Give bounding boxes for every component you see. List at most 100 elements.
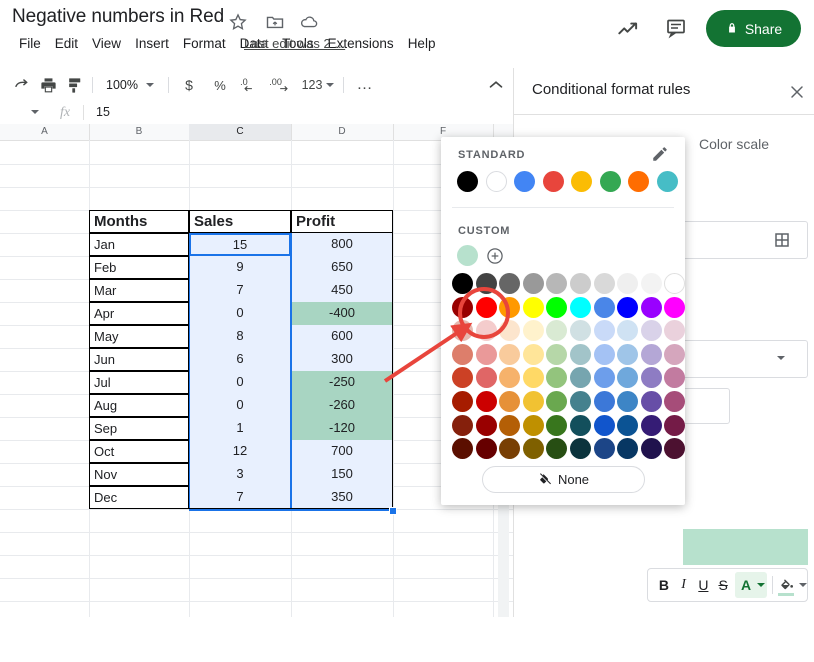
edit-pencil-icon[interactable] — [651, 145, 669, 163]
table-cell-month[interactable]: May — [89, 325, 189, 348]
table-cell-profit[interactable]: 700 — [291, 440, 393, 463]
color-swatch-r5-c0[interactable] — [452, 390, 473, 412]
cloud-saved-icon[interactable] — [299, 12, 319, 32]
color-swatch-r1-c9[interactable] — [664, 296, 686, 318]
star-icon[interactable] — [228, 12, 248, 32]
table-cell-profit[interactable]: 300 — [291, 348, 393, 371]
comment-icon[interactable] — [664, 16, 690, 42]
table-cell-profit[interactable]: 800 — [291, 233, 393, 256]
table-cell-sales[interactable]: 0 — [189, 302, 291, 325]
increase-decimal-button[interactable]: .00 — [268, 73, 296, 97]
color-swatch-r3-c9[interactable] — [664, 343, 686, 365]
color-swatch-r1-c6[interactable] — [593, 296, 615, 318]
color-swatch-r4-c4[interactable] — [546, 367, 568, 389]
table-cell-sales[interactable]: 12 — [189, 440, 291, 463]
color-swatch-r6-c4[interactable] — [546, 414, 568, 436]
color-swatch-r6-c6[interactable] — [593, 414, 615, 436]
table-cell-month[interactable]: Oct — [89, 440, 189, 463]
color-swatch-r4-c7[interactable] — [617, 367, 639, 389]
standard-swatch-4[interactable] — [571, 171, 592, 192]
strikethrough-button[interactable]: S — [713, 572, 733, 598]
color-swatch-r3-c1[interactable] — [475, 343, 497, 365]
color-swatch-r0-c8[interactable] — [640, 273, 662, 294]
color-swatch-r1-c7[interactable] — [617, 296, 639, 318]
table-cell-sales[interactable]: 0 — [189, 394, 291, 417]
share-button[interactable]: Share — [706, 10, 801, 47]
color-swatch-r4-c6[interactable] — [593, 367, 615, 389]
color-swatch-r6-c3[interactable] — [522, 414, 544, 436]
color-swatch-r2-c3[interactable] — [522, 320, 544, 342]
add-custom-color-icon[interactable] — [485, 246, 505, 266]
color-swatch-r7-c0[interactable] — [452, 438, 473, 460]
print-icon[interactable] — [35, 73, 61, 97]
underline-button[interactable]: U — [694, 572, 714, 598]
color-swatch-r1-c8[interactable] — [640, 296, 662, 318]
table-cell-month[interactable]: Dec — [89, 486, 189, 509]
color-swatch-r5-c7[interactable] — [617, 390, 639, 412]
color-swatch-r3-c0[interactable] — [452, 343, 473, 365]
table-cell-sales[interactable]: 1 — [189, 417, 291, 440]
bold-button[interactable]: B — [654, 572, 674, 598]
color-swatch-r6-c9[interactable] — [664, 414, 686, 436]
table-cell-profit[interactable]: 600 — [291, 325, 393, 348]
text-color-button[interactable]: A — [735, 572, 767, 598]
color-swatch-r7-c6[interactable] — [593, 438, 615, 460]
color-swatch-r3-c6[interactable] — [593, 343, 615, 365]
table-cell-month[interactable]: Mar — [89, 279, 189, 302]
table-cell-sales[interactable]: 0 — [189, 371, 291, 394]
color-grid[interactable] — [452, 273, 686, 460]
name-box-chevron-icon[interactable] — [31, 110, 39, 114]
color-swatch-r7-c2[interactable] — [499, 438, 521, 460]
column-header-a[interactable]: A — [0, 124, 90, 140]
color-swatch-r3-c2[interactable] — [499, 343, 521, 365]
tab-color-scale[interactable]: Color scale — [699, 136, 769, 152]
color-swatch-r3-c3[interactable] — [522, 343, 544, 365]
column-header-d[interactable]: D — [291, 124, 394, 140]
menu-item-help[interactable]: Help — [401, 34, 443, 53]
table-cell-sales[interactable]: 8 — [189, 325, 291, 348]
table-cell-month[interactable]: Jul — [89, 371, 189, 394]
document-title[interactable]: Negative numbers in Red — [12, 6, 224, 28]
paint-format-icon[interactable] — [62, 73, 88, 97]
color-swatch-r6-c0[interactable] — [452, 414, 473, 436]
last-edit-link[interactable]: Last edit was 2 ... — [244, 36, 345, 51]
zoom-selector[interactable]: 100% — [99, 72, 161, 97]
color-swatch-r1-c3[interactable] — [522, 296, 544, 318]
color-swatch-r7-c3[interactable] — [522, 438, 544, 460]
color-swatch-r6-c1[interactable] — [475, 414, 497, 436]
table-cell-month[interactable]: Apr — [89, 302, 189, 325]
no-color-button[interactable]: None — [482, 466, 645, 493]
color-swatch-r2-c6[interactable] — [593, 320, 615, 342]
table-cell-profit[interactable]: -400 — [291, 302, 393, 325]
color-swatch-r6-c5[interactable] — [569, 414, 591, 436]
move-to-folder-icon[interactable] — [265, 12, 285, 32]
column-header-c[interactable]: C — [189, 124, 292, 140]
color-swatch-r2-c1[interactable] — [475, 320, 497, 342]
color-swatch-r5-c6[interactable] — [593, 390, 615, 412]
color-swatch-r1-c1[interactable] — [475, 296, 497, 318]
color-swatch-r1-c2[interactable] — [499, 296, 521, 318]
color-swatch-r0-c2[interactable] — [499, 273, 521, 294]
table-cell-profit[interactable]: 350 — [291, 486, 393, 509]
color-swatch-r4-c8[interactable] — [640, 367, 662, 389]
number-format-selector[interactable]: 123 — [300, 73, 336, 97]
color-swatch-r7-c1[interactable] — [475, 438, 497, 460]
standard-color-row[interactable] — [457, 171, 678, 192]
color-swatch-r5-c4[interactable] — [546, 390, 568, 412]
menu-item-file[interactable]: File — [12, 34, 48, 53]
color-swatch-r0-c0[interactable] — [452, 273, 473, 294]
color-swatch-r7-c5[interactable] — [569, 438, 591, 460]
table-header-profit[interactable]: Profit — [291, 210, 393, 233]
color-swatch-r4-c1[interactable] — [475, 367, 497, 389]
chevron-down-icon-fill[interactable] — [799, 583, 807, 587]
menu-item-view[interactable]: View — [85, 34, 128, 53]
color-swatch-r4-c2[interactable] — [499, 367, 521, 389]
table-cell-month[interactable]: Aug — [89, 394, 189, 417]
standard-swatch-5[interactable] — [599, 171, 621, 192]
formula-input[interactable]: 15 — [96, 105, 110, 119]
color-swatch-r2-c8[interactable] — [640, 320, 662, 342]
color-swatch-r4-c9[interactable] — [664, 367, 686, 389]
table-cell-sales[interactable]: 3 — [189, 463, 291, 486]
table-cell-profit[interactable]: 450 — [291, 279, 393, 302]
table-cell-sales[interactable]: 7 — [189, 279, 291, 302]
